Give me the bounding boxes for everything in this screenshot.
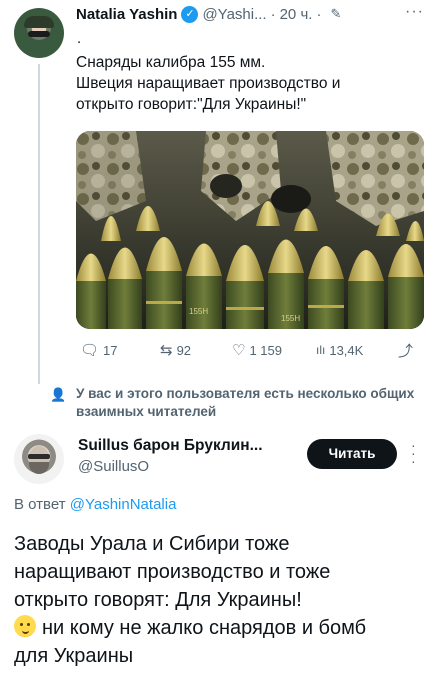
like-action[interactable]: ♡ 1 159	[232, 341, 282, 359]
tweet-time[interactable]: 20 ч.	[280, 6, 313, 23]
heart-icon: ♡	[232, 342, 246, 359]
tweet-text-line: открыто говорит:"Для Украины!"	[76, 96, 307, 113]
avatar-glasses-shape	[28, 454, 50, 459]
shell-marking: 155H	[281, 314, 300, 323]
share-action[interactable]: ⤴	[398, 340, 417, 361]
author-name[interactable]: Natalia Yashin	[76, 6, 177, 23]
reply-text-line: открыто говорят: Для Украины!	[14, 589, 302, 611]
views-count: 13,4K	[329, 342, 364, 358]
author-avatar[interactable]	[14, 8, 64, 58]
reply-text-line: для Украины	[14, 645, 134, 667]
retweet-action[interactable]: ⇆ 92	[160, 341, 191, 359]
avatar-beard-shape	[29, 462, 49, 474]
in-reply-handle-link[interactable]: @YashinNatalia	[70, 496, 177, 513]
retweet-count: 92	[176, 342, 192, 358]
verified-badge-icon: ✓	[181, 5, 199, 23]
like-count: 1 159	[249, 342, 282, 358]
person-icon: 👤	[50, 387, 67, 402]
in-reply-prefix: В ответ	[14, 496, 66, 513]
reply-text-line-with-emoji: ни кому не жалко снарядов и бомб	[14, 614, 424, 642]
tweet-header: Natalia Yashin ✓ @Yashi... · 20 ч. · ✎	[76, 3, 341, 25]
thread-connector-line	[38, 64, 40, 384]
views-bars-icon: ılı	[316, 343, 326, 357]
reply-author-handle[interactable]: @SuillusO	[78, 458, 149, 475]
reply-action[interactable]: 🗨 17	[80, 341, 118, 359]
tweet-original: Natalia Yashin ✓ @Yashi... · 20 ч. · ✎ ·…	[0, 0, 438, 419]
reply-author-avatar[interactable]	[14, 434, 64, 484]
tweet-text: Снаряды калибра 155 мм. Швеция наращивае…	[76, 52, 426, 115]
thinking-face-emoji	[14, 615, 36, 637]
tweet-action-bar: 🗨 17 ⇆ 92 ♡ 1 159 ılı 13,4K ⤴	[80, 340, 420, 360]
header-separator: ·	[270, 5, 276, 23]
mutual-followers-note: У вас и этого пользователя есть нескольк…	[76, 386, 415, 419]
views-action[interactable]: ılı 13,4K	[316, 343, 363, 358]
avatar-glasses-shape	[28, 31, 50, 37]
reply-text-line: Заводы Урала и Сибири тоже	[14, 533, 290, 555]
tweet-dot-line: .	[77, 30, 82, 47]
share-icon: ⤴	[398, 342, 414, 360]
avatar-hat-shape	[24, 16, 54, 28]
tweet-media-image[interactable]: 155H 155H	[76, 131, 424, 329]
edit-pencil-icon: ✎	[330, 6, 342, 21]
follow-button[interactable]: Читать	[307, 439, 397, 469]
more-dots-icon[interactable]: ···	[411, 438, 416, 468]
reply-author-name[interactable]: Suillus барон Бруклин...	[78, 437, 263, 455]
reply-bubble-icon: 🗨	[80, 342, 100, 359]
tweet-text-line: Швеция наращивает производство и	[76, 75, 341, 92]
shell-marking: 155H	[189, 307, 208, 316]
in-reply-to: В ответ @YashinNatalia	[14, 496, 176, 513]
artillery-shells-picture: 155H 155H	[76, 131, 424, 329]
reply-text: Заводы Урала и Сибири тоже наращивают пр…	[14, 530, 424, 670]
reply-count: 17	[103, 342, 118, 358]
tweet-text-line: Снаряды калибра 155 мм.	[76, 54, 266, 71]
header-separator-2: ·	[316, 5, 322, 23]
reply-text-line: ни кому не жалко снарядов и бомб	[42, 617, 367, 639]
retweet-icon: ⇆	[160, 342, 173, 359]
reply-text-line: наращивают производство и тоже	[14, 561, 331, 583]
author-handle[interactable]: @Yashi...	[202, 6, 266, 23]
more-dots-icon[interactable]: ···	[405, 3, 424, 21]
